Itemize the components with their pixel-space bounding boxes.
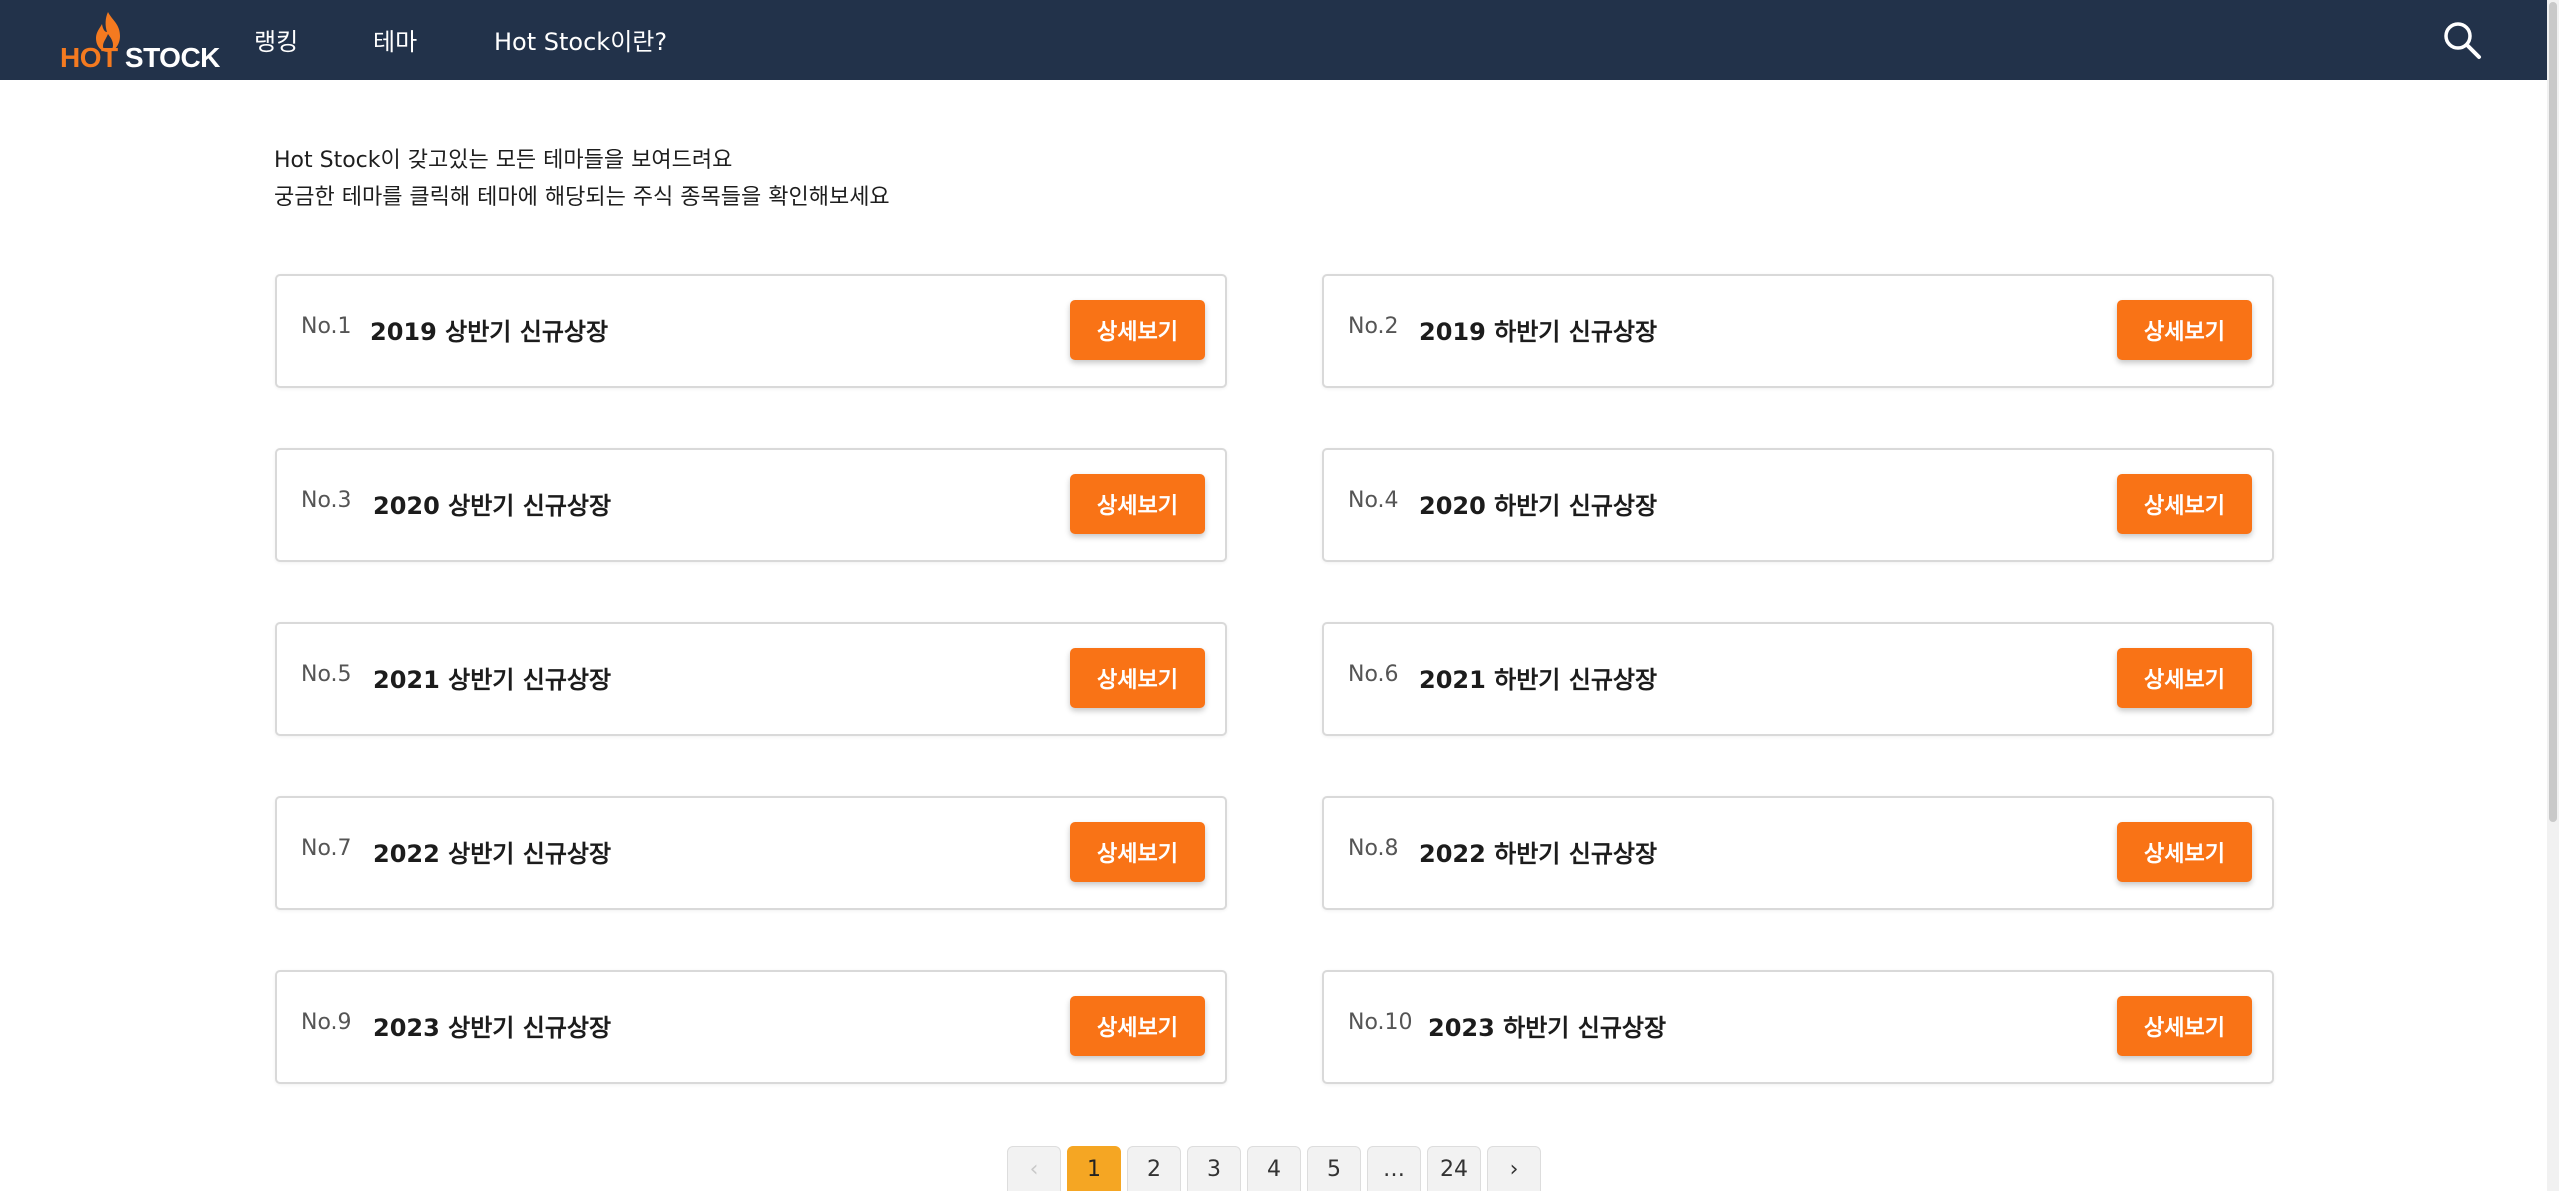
page-3-button[interactable]: 3 (1187, 1146, 1241, 1191)
theme-number: No.7 (301, 836, 352, 861)
prev-page-button[interactable]: ‹ (1007, 1146, 1061, 1191)
theme-card[interactable]: No.6 2021 하반기 신규상장 상세보기 (1322, 622, 2274, 736)
detail-button[interactable]: 상세보기 (1070, 474, 1205, 534)
theme-title: 2022 상반기 신규상장 (373, 840, 612, 868)
top-navbar: HOT STOCK 랭킹 테마 Hot Stock이란? (0, 0, 2547, 80)
detail-button[interactable]: 상세보기 (1070, 300, 1205, 360)
detail-button[interactable]: 상세보기 (2117, 474, 2252, 534)
nav-ranking[interactable]: 랭킹 (254, 22, 298, 57)
logo-stock: STOCK (124, 42, 221, 73)
theme-card[interactable]: No.10 2023 하반기 신규상장 상세보기 (1322, 970, 2274, 1084)
theme-title: 2021 하반기 신규상장 (1419, 666, 1658, 694)
page-last-button[interactable]: 24 (1427, 1146, 1481, 1191)
page-ellipsis: … (1367, 1146, 1421, 1191)
theme-card[interactable]: No.9 2023 상반기 신규상장 상세보기 (275, 970, 1227, 1084)
detail-button[interactable]: 상세보기 (1070, 996, 1205, 1056)
hot-stock-logo[interactable]: HOT STOCK (60, 8, 220, 73)
nav-theme[interactable]: 테마 (373, 22, 417, 57)
theme-title: 2020 하반기 신규상장 (1419, 492, 1658, 520)
search-button[interactable] (2440, 18, 2484, 62)
detail-button[interactable]: 상세보기 (2117, 822, 2252, 882)
intro-text: Hot Stock이 갖고있는 모든 테마들을 보여드려요 궁금한 테마를 클릭… (274, 142, 890, 216)
page-4-button[interactable]: 4 (1247, 1146, 1301, 1191)
theme-card[interactable]: No.2 2019 하반기 신규상장 상세보기 (1322, 274, 2274, 388)
intro-line-1: Hot Stock이 갖고있는 모든 테마들을 보여드려요 (274, 148, 733, 173)
theme-number: No.8 (1348, 836, 1399, 861)
logo-hot: HOT (60, 42, 118, 73)
pagination: ‹ 1 2 3 4 5 … 24 › (1007, 1146, 1541, 1191)
theme-title: 2020 상반기 신규상장 (373, 492, 612, 520)
theme-card[interactable]: No.3 2020 상반기 신규상장 상세보기 (275, 448, 1227, 562)
theme-number: No.2 (1348, 314, 1399, 339)
detail-button[interactable]: 상세보기 (1070, 822, 1205, 882)
scrollbar-thumb[interactable] (2549, 2, 2557, 822)
logo-text: HOT STOCK (60, 42, 220, 74)
nav-about[interactable]: Hot Stock이란? (494, 22, 667, 57)
theme-title: 2022 하반기 신규상장 (1419, 840, 1658, 868)
theme-title: 2023 하반기 신규상장 (1428, 1014, 1667, 1042)
next-page-button[interactable]: › (1487, 1146, 1541, 1191)
theme-number: No.1 (301, 314, 352, 339)
page-2-button[interactable]: 2 (1127, 1146, 1181, 1191)
theme-number: No.5 (301, 662, 352, 687)
theme-title: 2019 상반기 신규상장 (370, 318, 609, 346)
detail-button[interactable]: 상세보기 (2117, 648, 2252, 708)
theme-card[interactable]: No.1 2019 상반기 신규상장 상세보기 (275, 274, 1227, 388)
theme-card[interactable]: No.4 2020 하반기 신규상장 상세보기 (1322, 448, 2274, 562)
page-5-button[interactable]: 5 (1307, 1146, 1361, 1191)
detail-button[interactable]: 상세보기 (2117, 996, 2252, 1056)
theme-card[interactable]: No.8 2022 하반기 신규상장 상세보기 (1322, 796, 2274, 910)
search-icon (2444, 22, 2481, 59)
theme-title: 2019 하반기 신규상장 (1419, 318, 1658, 346)
theme-number: No.6 (1348, 662, 1399, 687)
theme-card[interactable]: No.7 2022 상반기 신규상장 상세보기 (275, 796, 1227, 910)
theme-card[interactable]: No.5 2021 상반기 신규상장 상세보기 (275, 622, 1227, 736)
theme-number: No.3 (301, 488, 352, 513)
page-1-button[interactable]: 1 (1067, 1146, 1121, 1191)
detail-button[interactable]: 상세보기 (1070, 648, 1205, 708)
theme-number: No.10 (1348, 1010, 1413, 1035)
detail-button[interactable]: 상세보기 (2117, 300, 2252, 360)
theme-title: 2023 상반기 신규상장 (373, 1014, 612, 1042)
theme-title: 2021 상반기 신규상장 (373, 666, 612, 694)
theme-number: No.4 (1348, 488, 1399, 513)
intro-line-2: 궁금한 테마를 클릭해 테마에 해당되는 주식 종목들을 확인해보세요 (274, 185, 890, 210)
theme-number: No.9 (301, 1010, 352, 1035)
